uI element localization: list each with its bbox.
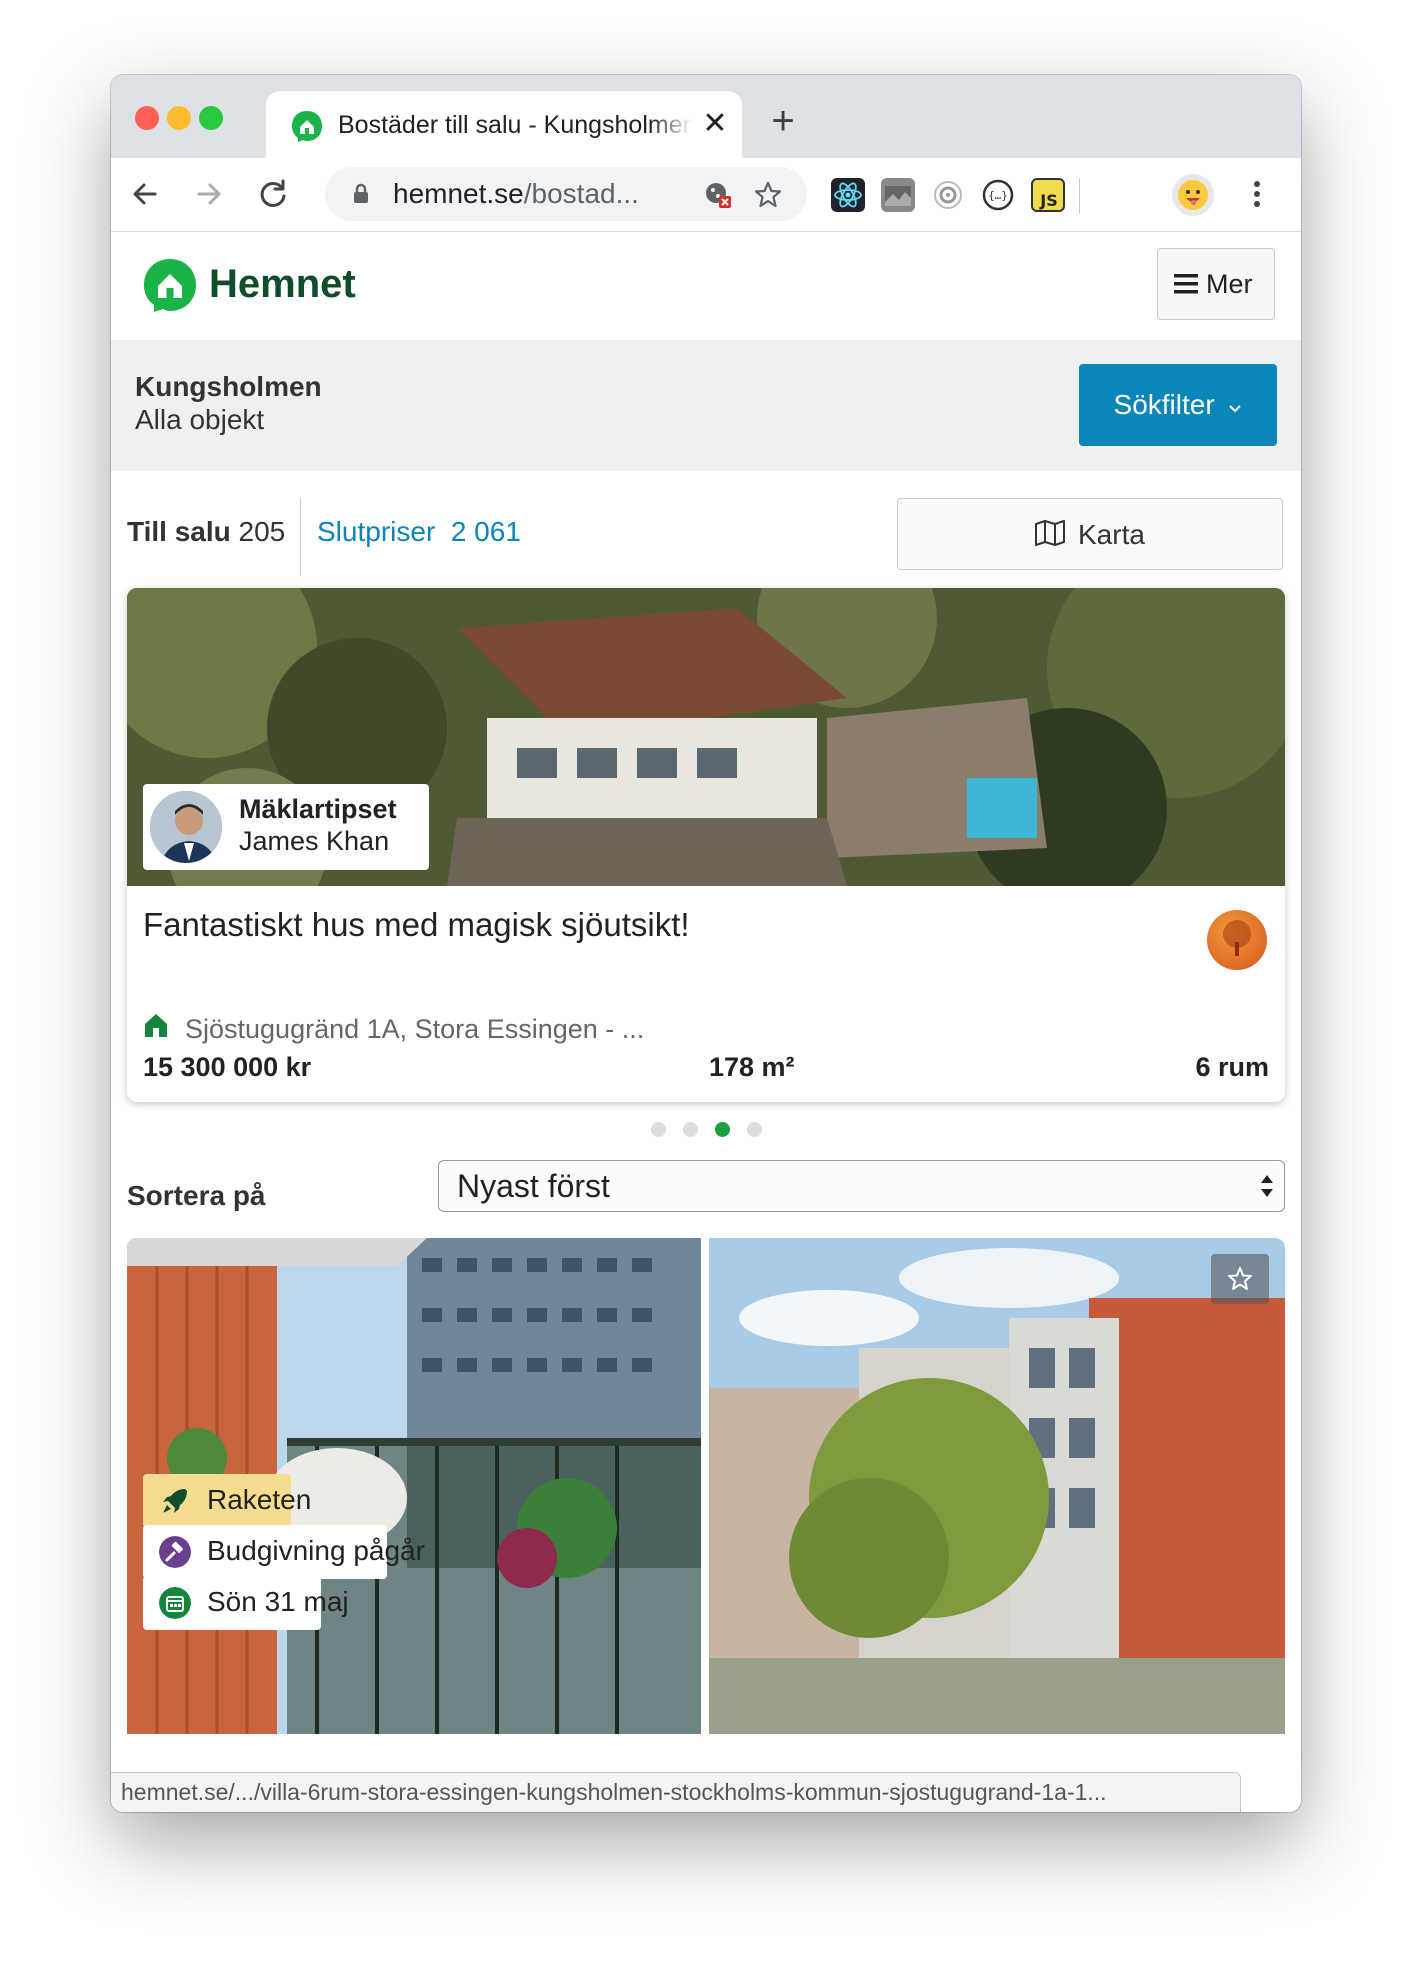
menu-button[interactable]: Mer [1157,248,1275,320]
address-bar[interactable]: hemnet.se/bostad... [325,167,807,221]
tab-sold-label: Slutpriser [317,516,436,547]
hemnet-logo-icon [144,259,196,312]
featured-listing-card[interactable]: Mäklartipset James Khan Fantastiskt hus … [127,588,1285,1102]
tab-for-sale-count: 205 [238,516,286,547]
sort-label: Sortera på [127,1180,266,1211]
browser-toolbar: hemnet.se/bostad... {…} JS [111,158,1301,232]
tab-sold-count: 2 061 [450,516,521,547]
star-outline-icon [1228,1267,1252,1290]
carousel-dot[interactable] [651,1122,666,1137]
tab-close-icon[interactable]: ✕ [698,107,732,141]
badge-bidding: Budgivning pågår [143,1525,425,1579]
search-filter-label: Sökfilter [1113,389,1215,420]
js-extension-icon[interactable]: JS [1031,178,1065,212]
location-name: Kungsholmen [135,371,322,402]
maximize-window-button[interactable] [199,106,223,130]
forward-icon[interactable] [191,176,227,212]
gavel-icon [159,1536,191,1568]
carousel-dot[interactable] [747,1122,762,1137]
agent-avatar [147,788,225,866]
listing-card[interactable]: Raketen Budgivning pågår Sön 31 maj [127,1238,1285,1812]
extension-icon[interactable] [881,178,915,212]
agent-tip-badge[interactable]: Mäklartipset James Khan [143,784,429,870]
page-content: Hemnet Mer Kungsholmen Alla objekt Sökfi… [111,232,1301,1812]
new-tab-button[interactable]: + [763,101,803,141]
tab-for-sale[interactable]: Till salu 205 [127,516,285,548]
agent-name: James Khan [239,826,390,856]
json-extension-icon[interactable]: {…} [981,178,1015,212]
featured-price: 15 300 000 kr [143,1052,312,1082]
hemnet-favicon-icon [292,111,322,142]
badge-viewing-date-label: Sön 31 maj [207,1586,349,1617]
profile-avatar[interactable] [1172,174,1214,216]
lock-icon[interactable] [349,182,373,206]
badge-raketen: Raketen [143,1474,311,1528]
toolbar-divider [1079,178,1080,214]
more-icon[interactable] [1247,176,1267,212]
cookie-blocked-icon[interactable] [703,180,733,210]
featured-area: 178 m² [709,1052,795,1082]
map-button[interactable]: Karta [897,498,1283,570]
tab-for-sale-label: Till salu [127,516,231,547]
status-bar: hemnet.se/.../villa-6rum-stora-essingen-… [111,1772,1241,1812]
url-host: hemnet.se [393,178,524,209]
sort-selected-value: Nyast först [457,1168,610,1204]
map-button-label: Karta [1078,519,1145,550]
listing-image-view [709,1238,1285,1734]
browser-window: Bostäder till salu - Kungsholmen ✕ + hem… [111,75,1301,1812]
calendar-icon [159,1587,191,1619]
tab-sold-prices[interactable]: Slutpriser 2 061 [317,516,521,548]
search-filter-button[interactable]: Sökfilter [1079,364,1277,446]
reload-icon[interactable] [255,176,291,212]
hamburger-icon [1174,274,1198,294]
result-tabs: Till salu 205 Slutpriser 2 061 Karta [111,490,1301,576]
back-icon[interactable] [127,176,163,212]
bookmark-star-icon[interactable] [753,180,783,210]
featured-headline: Fantastiskt hus med magisk sjöutsikt! [143,906,690,943]
location-subtitle: Alla objekt [135,404,265,435]
badge-bidding-label: Budgivning pågår [207,1535,425,1566]
location-bar: Kungsholmen Alla objekt Sökfilter [111,340,1301,471]
featured-rooms: 6 rum [1195,1052,1269,1082]
svg-text:JS: JS [1039,191,1057,210]
featured-address: Sjöstugugränd 1A, Stora Essingen - ... [185,1014,645,1044]
carousel-dot[interactable] [683,1122,698,1137]
logo-text: Hemnet [209,262,356,306]
svg-text:{…}: {…} [988,189,1008,202]
hemnet-logo[interactable]: Hemnet [141,256,356,314]
menu-label: Mer [1206,269,1253,299]
close-window-button[interactable] [135,106,159,130]
tab-divider [300,498,301,576]
select-arrows-icon [1261,1175,1273,1197]
tab-strip: Bostäder till salu - Kungsholmen ✕ + [111,75,1301,158]
url-path: /bostad... [523,178,639,209]
badge-viewing-date: Sön 31 maj [143,1576,349,1630]
chevron-down-icon [1229,405,1242,413]
extension-icon[interactable] [931,178,965,212]
minimize-window-button[interactable] [167,106,191,130]
home-icon [145,1014,167,1037]
tab-title: Bostäder till salu - Kungsholmen [338,111,692,139]
url-text: hemnet.se/bostad... [393,179,639,209]
tab-hemnet[interactable]: Bostäder till salu - Kungsholmen ✕ [266,91,742,158]
sort-select[interactable]: Nyast först [438,1160,1285,1212]
badge-raketen-label: Raketen [207,1484,312,1515]
broker-logo [1207,910,1267,970]
carousel-dot-active[interactable] [715,1122,730,1137]
favorite-button[interactable] [1211,1254,1269,1304]
status-url: hemnet.se/.../villa-6rum-stora-essingen-… [121,1779,1107,1805]
rocket-icon [163,1489,187,1513]
agent-tip-title: Mäklartipset [239,794,397,824]
map-icon [1035,520,1065,546]
react-devtools-icon[interactable] [831,178,865,212]
